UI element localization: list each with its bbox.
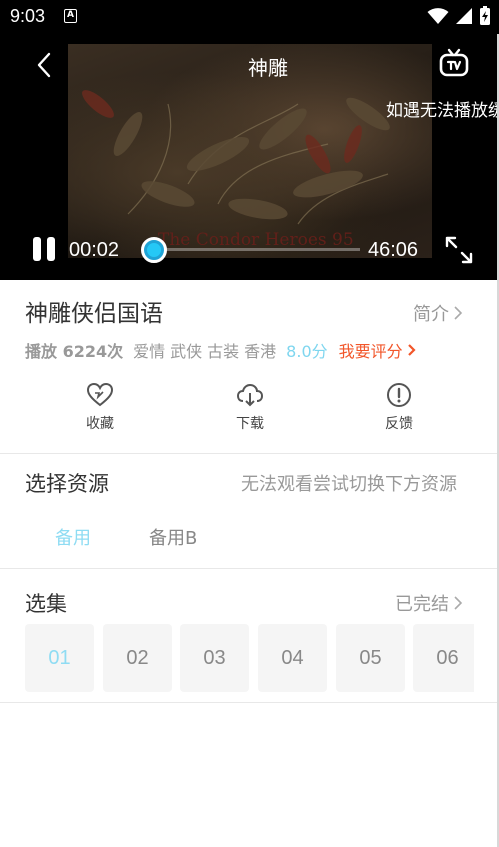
favorite-label: 收藏 [86,416,114,432]
meta-row: 播放 6224次 爱情 武侠 古装 香港 8.0分 我要评分 [25,338,417,362]
episode-section-title: 选集 [25,592,67,616]
battery-icon [480,6,490,25]
notification-icon: A [64,9,77,23]
episode-list: 01 02 03 04 05 06 [25,624,474,694]
alert-circle-icon [384,380,414,410]
chevron-right-icon [454,306,463,320]
fullscreen-button[interactable] [444,235,474,265]
show-title: 神雕侠侣国语 [25,301,163,327]
status-time: 9:03 [10,6,46,26]
video-watermark: The Condor Heroes 95 [158,230,354,250]
back-button[interactable] [30,50,60,80]
chevron-right-icon [454,596,463,610]
seek-bar[interactable] [150,248,360,251]
source-hint: 无法观看尝试切换下方资源 [241,474,457,495]
favorite-button[interactable]: 收藏 [70,380,130,433]
wifi-icon [427,8,449,24]
pause-button[interactable] [32,234,58,264]
play-count: 播放 6224次 [25,342,124,361]
episode-status-link[interactable]: 已完结 [395,590,463,616]
feedback-label: 反馈 [385,416,413,432]
chevron-right-icon [407,344,416,356]
download-button[interactable]: 下载 [220,380,280,433]
cast-button[interactable] [438,48,470,80]
fullscreen-icon [445,236,473,264]
pause-icon [33,237,41,261]
divider [0,702,497,703]
tv-icon [439,48,469,77]
episode-item[interactable]: 02 [103,624,172,692]
signal-icon [456,8,472,24]
download-label: 下载 [236,416,264,432]
episode-item[interactable]: 05 [336,624,405,692]
episode-item[interactable]: 06 [413,624,474,692]
episode-status: 已完结 [395,594,449,615]
divider [0,453,497,454]
tag: 古装 [207,342,240,361]
video-player[interactable]: The Condor Heroes 95 神雕 如遇无法播放缓 00:02 46… [0,34,499,280]
duration: 46:06 [368,239,419,261]
playback-hint: 如遇无法播放缓 [386,101,499,121]
current-time: 00:02 [69,239,120,261]
source-tab-active[interactable]: 备用 [55,524,91,550]
cloud-download-icon [235,380,265,410]
heart-icon [85,380,115,410]
seek-handle[interactable] [141,237,167,263]
chevron-left-icon [37,52,51,78]
divider [0,568,497,569]
rate-button[interactable]: 我要评分 [339,338,417,362]
rate-label: 我要评分 [338,342,403,361]
episode-item[interactable]: 04 [258,624,327,692]
status-bar: 9:03 A [0,0,499,34]
episode-item[interactable]: 01 [25,624,94,692]
tag: 武侠 [170,342,203,361]
episode-item[interactable]: 03 [180,624,249,692]
score: 8.0分 [286,342,328,361]
source-section-title: 选择资源 [25,472,109,496]
status-icons [427,6,491,26]
tag: 香港 [244,342,277,361]
action-bar: 收藏 下载 反馈 [0,380,497,435]
source-tab[interactable]: 备用B [149,524,197,550]
tag: 爱情 [133,342,166,361]
intro-link[interactable]: 简介 [413,300,463,326]
intro-label: 简介 [413,304,449,325]
feedback-button[interactable]: 反馈 [369,380,429,433]
player-title: 神雕 [248,56,288,80]
